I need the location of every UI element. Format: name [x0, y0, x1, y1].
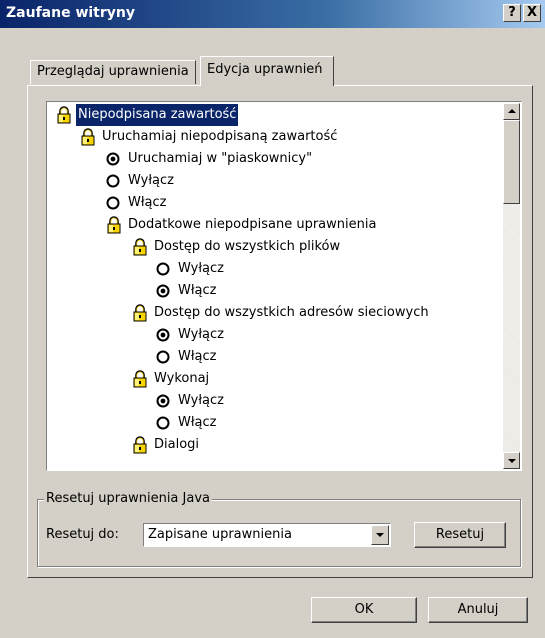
radio-option[interactable]: Wyłącz [106, 170, 176, 192]
radio-icon [106, 174, 120, 188]
arrow-up-icon [508, 109, 516, 113]
tree-item-label: Włącz [128, 195, 167, 210]
radio-option[interactable]: Włącz [156, 412, 219, 434]
tree-item-label: Dostęp do wszystkich plików [154, 239, 341, 254]
lock-icon [132, 238, 148, 256]
tree-item-label: Dostęp do wszystkich adresów sieciowych [154, 305, 429, 320]
tree-item-label: Dodatkowe niepodpisane uprawnienia [128, 217, 377, 232]
scroll-down-button[interactable] [503, 452, 520, 469]
tree-item-label: Dialogi [154, 437, 200, 452]
close-button[interactable]: X [523, 4, 541, 22]
radio-icon [156, 328, 170, 342]
reset-group-title: Resetuj uprawnienia Java [44, 491, 212, 506]
reset-to-label: Resetuj do: [46, 527, 119, 542]
reset-to-value: Zapisane uprawnienia [148, 527, 292, 542]
lock-icon [132, 436, 148, 454]
tree-node[interactable]: Uruchamiaj niepodpisaną zawartość [80, 126, 339, 148]
lock-icon [56, 106, 72, 124]
arrow-down-icon [508, 459, 516, 463]
combo-dropdown-button[interactable] [371, 525, 389, 545]
permissions-tree[interactable]: Niepodpisana zawartość Uruchamiaj niepodp… [46, 101, 522, 471]
radio-icon [156, 262, 170, 276]
ok-button[interactable]: OK [311, 597, 417, 623]
tree-item-label: Uruchamiaj niepodpisaną zawartość [102, 129, 338, 144]
tree-item-label: Wyłącz [178, 261, 224, 276]
radio-option[interactable]: Uruchamiaj w "piaskownicy" [106, 148, 314, 170]
tree-item-label: Wyłącz [178, 327, 224, 342]
radio-option[interactable]: Włącz [106, 192, 169, 214]
radio-option[interactable]: Wyłącz [156, 258, 226, 280]
tree-item-label: Uruchamiaj w "piaskownicy" [128, 151, 313, 166]
cancel-button[interactable]: Anuluj [428, 597, 528, 623]
window-title: Zaufane witryny [6, 5, 135, 21]
tree-item-label: Wykonaj [154, 371, 210, 386]
tree-node[interactable]: Wykonaj [132, 368, 211, 390]
tree-item-label: Włącz [178, 415, 217, 430]
tab-view-permissions[interactable]: Przeglądaj uprawnienia [30, 60, 196, 84]
reset-button[interactable]: Resetuj [414, 522, 506, 548]
radio-icon [106, 152, 120, 166]
tree-node[interactable]: Dostęp do wszystkich adresów sieciowych [132, 302, 431, 324]
reset-to-combo[interactable]: Zapisane uprawnienia [143, 523, 391, 547]
lock-icon [132, 304, 148, 322]
vertical-scrollbar[interactable] [503, 103, 520, 469]
tree-item-label: Włącz [178, 349, 217, 364]
radio-option[interactable]: Włącz [156, 346, 219, 368]
reset-groupbox: Resetuj uprawnienia Java Resetuj do: Zap… [37, 491, 521, 567]
tab-edit-permissions[interactable]: Edycja uprawnień [200, 56, 334, 86]
tree-item-label: Wyłącz [128, 173, 174, 188]
lock-icon [106, 216, 122, 234]
tab-panel: Niepodpisana zawartość Uruchamiaj niepodp… [27, 85, 533, 578]
radio-option[interactable]: Wyłącz [156, 390, 226, 412]
tree-node[interactable]: Dialogi [132, 434, 201, 456]
help-button[interactable]: ? [503, 4, 521, 22]
radio-icon [106, 196, 120, 210]
chevron-down-icon [376, 533, 384, 537]
radio-icon [156, 416, 170, 430]
tree-node[interactable]: Dodatkowe niepodpisane uprawnienia [106, 214, 378, 236]
radio-icon [156, 350, 170, 364]
title-bar: Zaufane witryny ? X [0, 0, 545, 28]
tree-node[interactable]: Dostęp do wszystkich plików [132, 236, 342, 258]
lock-icon [132, 370, 148, 388]
scroll-up-button[interactable] [503, 103, 520, 120]
tree-item-label: Włącz [178, 283, 217, 298]
radio-icon [156, 394, 170, 408]
tree-item-label: Wyłącz [178, 393, 224, 408]
tree-node[interactable]: Niepodpisana zawartość [56, 104, 239, 126]
tree-item-label: Niepodpisana zawartość [76, 104, 239, 126]
radio-icon [156, 284, 170, 298]
lock-icon [80, 128, 96, 146]
radio-option[interactable]: Wyłącz [156, 324, 226, 346]
scroll-thumb[interactable] [503, 120, 520, 204]
radio-option[interactable]: Włącz [156, 280, 219, 302]
dialog-window: Zaufane witryny ? X Przeglądaj uprawnien… [0, 0, 545, 638]
tree-items: Niepodpisana zawartość Uruchamiaj niepodp… [48, 103, 503, 469]
